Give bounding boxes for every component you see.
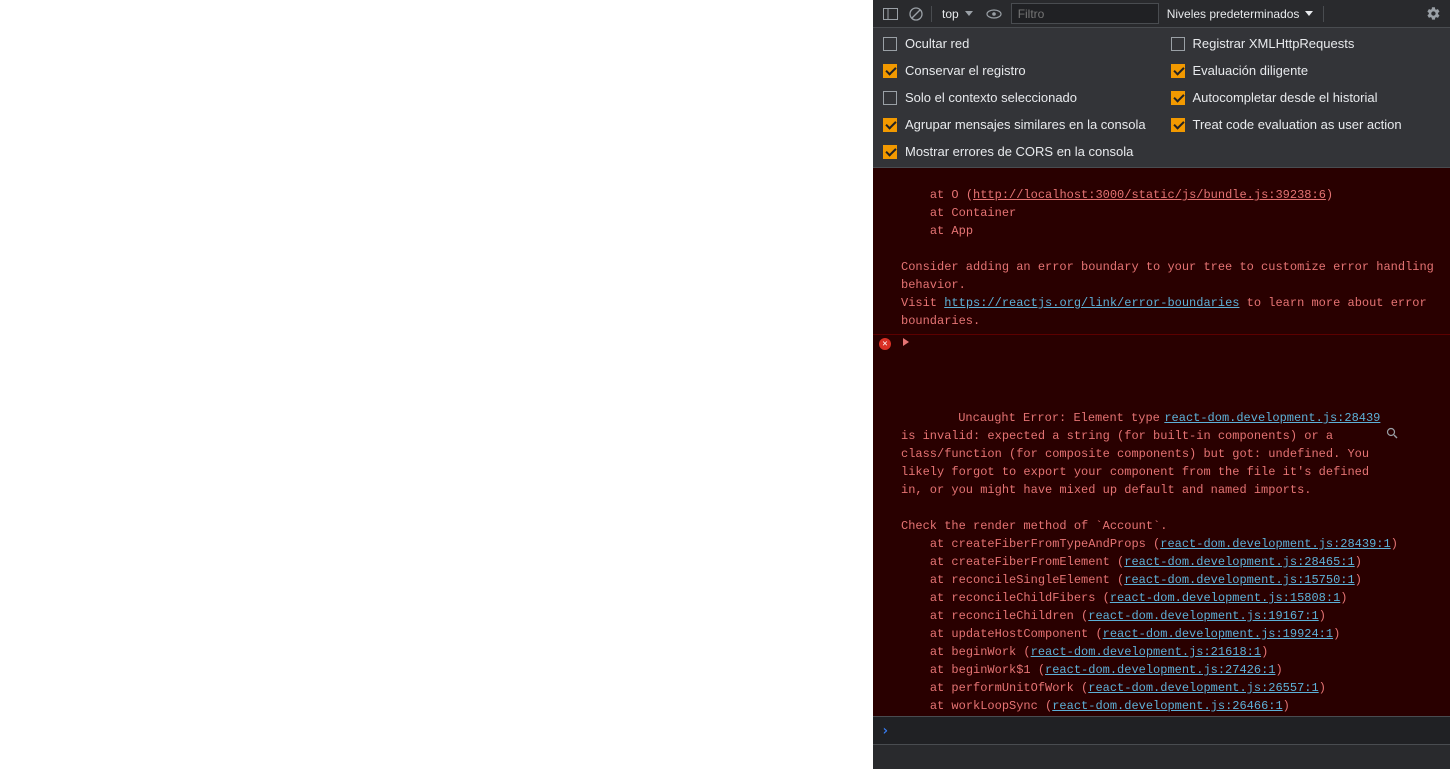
checkbox[interactable] <box>883 118 897 132</box>
gear-icon[interactable] <box>1420 1 1446 27</box>
stack-link[interactable]: react-dom.development.js:28439:1 <box>1160 537 1390 551</box>
error-icon: ✕ <box>879 338 891 350</box>
error-entry: ✕ react-dom.development.js:28439Uncaught… <box>873 334 1450 716</box>
docs-link[interactable]: https://reactjs.org/link/error-boundarie… <box>944 296 1239 310</box>
checkbox[interactable] <box>1171 64 1185 78</box>
stack-frame-text: at performUnitOfWork ( <box>901 681 1088 695</box>
checkbox-label: Evaluación diligente <box>1193 63 1309 78</box>
settings-checkbox-row[interactable]: Ocultar red <box>883 36 1153 51</box>
status-bar <box>873 744 1450 769</box>
stack-frame-text: ) <box>1275 663 1282 677</box>
source-link[interactable]: react-dom.development.js:28439 <box>1164 409 1380 427</box>
checkbox[interactable] <box>883 145 897 159</box>
stack-link[interactable]: react-dom.development.js:21618:1 <box>1031 645 1261 659</box>
stack-link[interactable]: http://localhost:3000/static/js/bundle.j… <box>973 188 1326 202</box>
stack-link[interactable]: react-dom.development.js:15808:1 <box>1110 591 1340 605</box>
settings-checkbox-row[interactable]: Conservar el registro <box>883 63 1153 78</box>
checkbox[interactable] <box>883 64 897 78</box>
checkbox-label: Mostrar errores de CORS en la consola <box>905 144 1133 159</box>
settings-checkbox-row[interactable]: Registrar XMLHttpRequests <box>1171 36 1441 51</box>
stack-frame-text: at createFiberFromTypeAndProps ( <box>901 537 1160 551</box>
stack-link[interactable]: react-dom.development.js:27426:1 <box>1045 663 1275 677</box>
checkbox[interactable] <box>883 91 897 105</box>
settings-checkbox-row[interactable]: Autocompletar desde el historial <box>1171 90 1441 105</box>
expand-icon[interactable] <box>903 338 909 346</box>
error-entry: at O (http://localhost:3000/static/js/bu… <box>873 168 1450 334</box>
checkbox-label: Autocompletar desde el historial <box>1193 90 1378 105</box>
stack-frame-text: ) <box>1319 681 1326 695</box>
checkbox-label: Conservar el registro <box>905 63 1026 78</box>
settings-checkbox-row[interactable]: Treat code evaluation as user action <box>1171 117 1441 132</box>
console-output: at O (http://localhost:3000/static/js/bu… <box>873 168 1450 716</box>
chevron-down-icon <box>1305 11 1313 16</box>
chevron-right-icon: › <box>881 723 889 739</box>
stack-frame-text: at reconcileChildFibers ( <box>901 591 1110 605</box>
settings-checkbox-row[interactable]: Mostrar errores de CORS en la consola <box>883 144 1153 159</box>
stack-frame-text: at reconcileSingleElement ( <box>901 573 1124 587</box>
toolbar-divider <box>931 6 932 22</box>
live-expression-icon[interactable] <box>981 1 1007 27</box>
stack-frame-text: at beginWork ( <box>901 645 1031 659</box>
toggle-sidebar-icon[interactable] <box>877 1 903 27</box>
stack-frame-text: ) <box>1355 555 1362 569</box>
stack-link[interactable]: react-dom.development.js:19924:1 <box>1103 627 1333 641</box>
error-message: Uncaught Error: Element type is invalid:… <box>901 411 1376 533</box>
stack-frame-text: at workLoopSync ( <box>901 699 1052 713</box>
checkbox-label: Registrar XMLHttpRequests <box>1193 36 1355 51</box>
checkbox[interactable] <box>1171 37 1185 51</box>
devtools-panel: top Niveles predeterminados Ocultar red C… <box>873 0 1450 769</box>
error-hint: Consider adding an error boundary to you… <box>901 260 1441 292</box>
levels-label: Niveles predeterminados <box>1167 7 1300 21</box>
stack-frame-text: ) <box>1333 627 1340 641</box>
stack-frame-text: ) <box>1391 537 1398 551</box>
checkbox[interactable] <box>1171 91 1185 105</box>
checkbox[interactable] <box>1171 118 1185 132</box>
clear-console-icon[interactable] <box>903 1 929 27</box>
console-settings-panel: Ocultar red Conservar el registro Solo el … <box>873 28 1450 168</box>
console-prompt[interactable]: › <box>873 716 1450 744</box>
stack-link[interactable]: react-dom.development.js:26557:1 <box>1088 681 1318 695</box>
settings-checkbox-row[interactable]: Solo el contexto seleccionado <box>883 90 1153 105</box>
context-label: top <box>942 7 959 21</box>
stack-link[interactable]: react-dom.development.js:26466:1 <box>1052 699 1282 713</box>
stack-frame-text: ) <box>1261 645 1268 659</box>
checkbox-label: Ocultar red <box>905 36 969 51</box>
stack-line: at Container <box>901 206 1016 220</box>
toolbar-divider <box>1323 6 1324 22</box>
log-levels-selector[interactable]: Niveles predeterminados <box>1159 7 1322 21</box>
stack-line: at App <box>901 224 973 238</box>
context-selector[interactable]: top <box>934 3 981 25</box>
search-icon[interactable] <box>1386 391 1444 475</box>
stack-frame-text: at beginWork$1 ( <box>901 663 1045 677</box>
chevron-down-icon <box>965 11 973 16</box>
stack-link[interactable]: react-dom.development.js:28465:1 <box>1124 555 1354 569</box>
stack-frame-text: ) <box>1319 609 1326 623</box>
stack-frame-text: at updateHostComponent ( <box>901 627 1103 641</box>
console-toolbar: top Niveles predeterminados <box>873 0 1450 28</box>
checkbox[interactable] <box>883 37 897 51</box>
stack-frame-text: ) <box>1283 699 1290 713</box>
settings-checkbox-row[interactable]: Evaluación diligente <box>1171 63 1441 78</box>
filter-input[interactable] <box>1011 3 1159 24</box>
checkbox-label: Solo el contexto seleccionado <box>905 90 1077 105</box>
checkbox-label: Treat code evaluation as user action <box>1193 117 1402 132</box>
settings-checkbox-row[interactable]: Agrupar mensajes similares en la consola <box>883 117 1153 132</box>
stack-frame-text: ) <box>1355 573 1362 587</box>
checkbox-label: Agrupar mensajes similares en la consola <box>905 117 1146 132</box>
stack-link[interactable]: react-dom.development.js:15750:1 <box>1124 573 1354 587</box>
error-hint-prefix: Visit <box>901 296 944 310</box>
stack-frame-text: at reconcileChildren ( <box>901 609 1088 623</box>
stack-link[interactable]: react-dom.development.js:19167:1 <box>1088 609 1318 623</box>
stack-frame-text: at createFiberFromElement ( <box>901 555 1124 569</box>
stack-frame-text: ) <box>1340 591 1347 605</box>
